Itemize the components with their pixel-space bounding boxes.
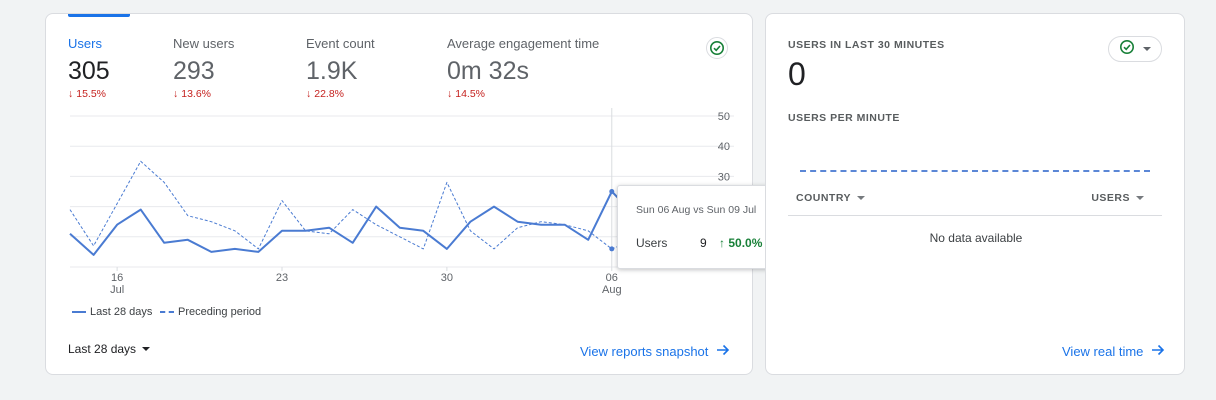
column-users-label: USERS [1091, 192, 1130, 204]
legend-dashed-swatch [160, 311, 174, 313]
legend-previous-label: Preceding period [178, 306, 262, 318]
users-per-minute-bars [800, 170, 1150, 172]
realtime-status-dropdown[interactable] [1108, 36, 1162, 62]
x-tick-month-label: Aug [602, 284, 622, 296]
x-tick-label: 23 [276, 272, 288, 284]
realtime-title: USERS IN LAST 30 MINUTES [788, 39, 945, 51]
y-tick-label: 30 [718, 171, 730, 183]
legend-previous: Preceding period [160, 306, 261, 318]
snapshot-link-label: View reports snapshot [580, 344, 709, 359]
legend-current-label: Last 28 days [90, 306, 153, 318]
hover-point [609, 189, 615, 194]
series-last-28-days-line [69, 190, 707, 256]
series-preceding-period-line [69, 160, 707, 250]
realtime-subtitle: USERS PER MINUTE [788, 112, 900, 124]
tooltip-label: Users [636, 236, 668, 250]
x-tick-label: 16 [111, 272, 123, 284]
tooltip-date-range: Sun 06 Aug vs Sun 09 Jul [636, 204, 757, 216]
real-time-link-label: View real time [1062, 344, 1144, 359]
arrow-up-icon: ↑ [719, 236, 729, 250]
legend-current: Last 28 days [72, 306, 152, 318]
realtime-user-count: 0 [788, 56, 806, 92]
column-users[interactable]: USERS [1091, 192, 1144, 204]
arrow-right-icon [1151, 343, 1165, 360]
caret-down-icon [1143, 47, 1151, 51]
overview-card: Users 305 ↓ 15.5% New users 293 ↓ 13.6% Ev… [45, 13, 781, 375]
arrow-right-icon [716, 343, 730, 360]
caret-down-icon [857, 196, 866, 200]
date-range-dropdown[interactable]: Last 28 days [68, 342, 151, 356]
legend-solid-swatch [72, 311, 86, 313]
view-real-time-link[interactable]: View real time [1062, 343, 1165, 360]
caret-down-icon [142, 347, 151, 351]
check-circle-icon [1119, 39, 1135, 60]
tooltip-value: 9 [700, 236, 707, 250]
view-reports-snapshot-link[interactable]: View reports snapshot [580, 343, 730, 360]
caret-down-icon [1136, 196, 1144, 200]
tooltip-change-value: 50.0% [728, 236, 763, 250]
y-tick-label: 40 [718, 141, 730, 153]
hover-point [609, 246, 615, 252]
x-tick-label: 06 [606, 272, 618, 284]
chart-tooltip: Sun 06 Aug vs Sun 09 Jul Users 9 ↑ 50.0% [617, 185, 781, 269]
column-country[interactable]: COUNTRY [796, 192, 866, 204]
column-country-label: COUNTRY [796, 192, 852, 204]
realtime-card: USERS IN LAST 30 MINUTES 0 USERS PER MIN… [765, 13, 1185, 375]
x-tick-month-label: Jul [110, 284, 124, 296]
date-range-label: Last 28 days [68, 342, 137, 356]
tooltip-change: ↑ 50.0% [719, 236, 762, 250]
realtime-table-header: COUNTRY USERS [788, 184, 1162, 216]
x-tick-label: 30 [441, 272, 453, 284]
no-data-message: No data available [929, 231, 1023, 245]
y-tick-label: 50 [718, 111, 730, 123]
